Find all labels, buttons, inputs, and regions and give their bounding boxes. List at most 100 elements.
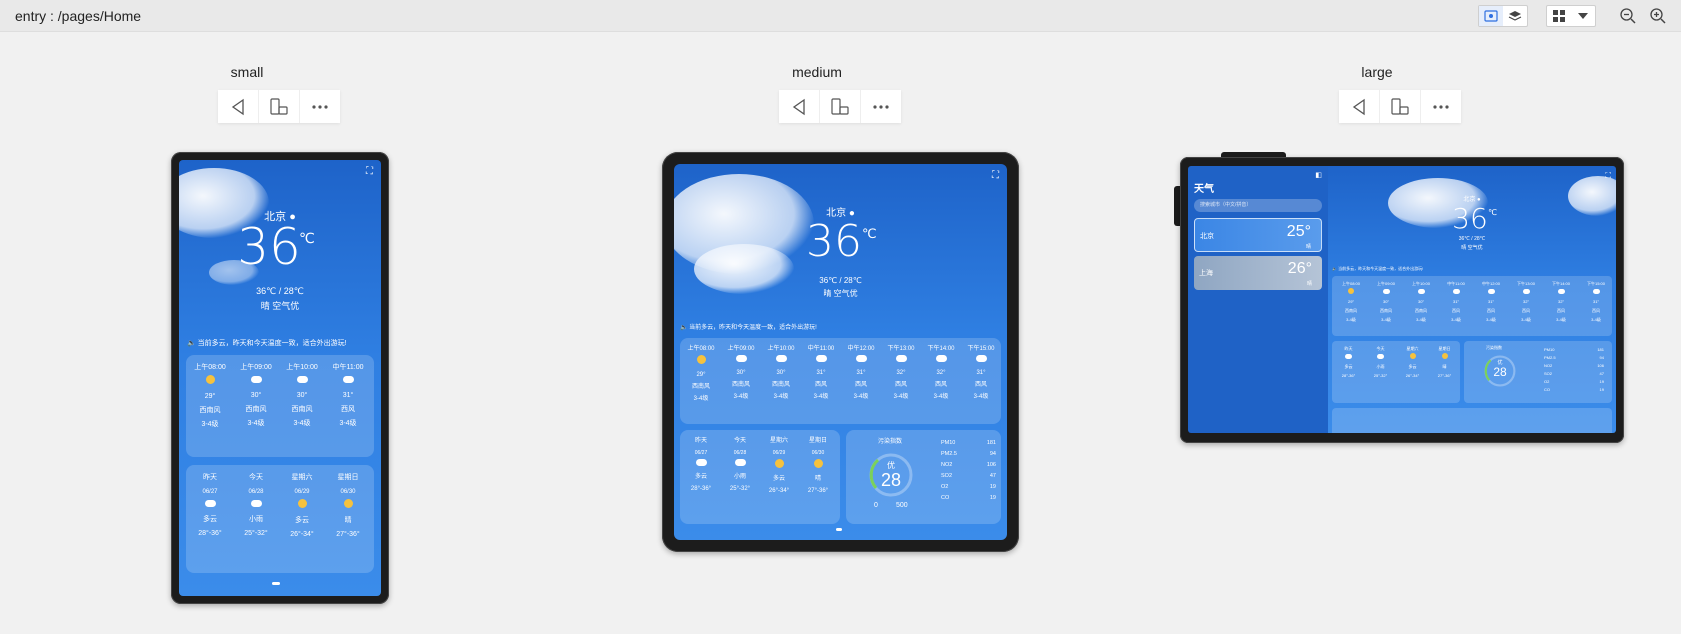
city-item-cond: 晴 (1305, 244, 1311, 250)
pollutant-row: SO2 47 (941, 473, 996, 479)
page-indicator[interactable] (836, 528, 842, 531)
aqi-title: 污染指数 (1486, 345, 1502, 350)
daily-item: 星期日 06/30 晴 27°-36° (799, 435, 837, 497)
device-rotate-icon[interactable] (1380, 90, 1421, 123)
sun-cloud-icon (190, 499, 230, 513)
daily-item: 星期日 06/30 晴 27°-36° (328, 471, 368, 542)
city-item-name: 上海 (1199, 270, 1213, 277)
medium-device-toolbar (779, 90, 901, 123)
device-title-large: large (1361, 64, 1393, 80)
fullscreen-icon[interactable]: ⛶ (1605, 171, 1611, 181)
more-icon[interactable] (300, 90, 340, 123)
pollutant-row: NO2 106 (1544, 363, 1604, 368)
rain-icon (882, 355, 920, 367)
cloud-image (694, 244, 794, 294)
sidebar-toggle-icon[interactable]: ◧ (1315, 171, 1322, 179)
eye-icon[interactable] (1479, 6, 1503, 26)
hourly-item: 上午08:00 29° 西南风 3-4级 (190, 361, 230, 432)
small-screen: ⛶ 北京 ● 36 ℃ 36℃ / 28℃ 晴 空气优 🔈 当前多云，昨天和今天… (179, 160, 381, 596)
rain-icon (1404, 288, 1438, 297)
pollutant-row: NO2 106 (941, 462, 996, 468)
daily-forecast-card: 昨天 多云 28°-36° 今天 小雨 25°-32° 星期六 多云 26°-34° 星期日… (1332, 341, 1460, 403)
layers-icon[interactable] (1503, 6, 1527, 26)
zoom-in-icon[interactable] (1649, 7, 1667, 25)
sun-cloud-icon (1397, 353, 1428, 362)
fullscreen-icon[interactable]: ⛶ (366, 166, 373, 177)
hourly-item: 中午11:00 31° 西风 3-4级 (1439, 279, 1473, 324)
hourly-item: 中午12:00 31° 西风 3-4级 (1474, 279, 1508, 324)
daily-item: 今天 小雨 25°-32° (1365, 344, 1396, 380)
sun-cloud-icon (1429, 353, 1460, 362)
rain-icon (1544, 288, 1578, 297)
hourly-item: 上午09:00 30° 西南风 3-4级 (1369, 279, 1403, 324)
hourly-item: 上午10:00 30° 西南风 3-4级 (282, 361, 322, 431)
back-icon[interactable] (218, 90, 259, 123)
rain-icon (922, 355, 960, 367)
rain-icon (1369, 288, 1403, 297)
hourly-item: 上午09:00 30° 西南风 3-4级 (722, 343, 760, 403)
zoom-out-icon[interactable] (1619, 7, 1637, 25)
hourly-forecast-card: 上午08:00 29° 西南风 3-4级 上午09:00 30° 西南风 3-4级 上午10… (1332, 276, 1612, 336)
daily-item: 星期日晴 27°-36° (1429, 344, 1460, 380)
large-main-panel: ⛶ 北京 ● 36 ℃ 36℃ / 28℃ 晴 空气优 🔈 当前多云，昨天和今天… (1328, 166, 1616, 433)
view-mode-group (1478, 5, 1528, 27)
hourly-item: 上午10:00 30° 西南风 3-4级 (762, 343, 800, 403)
rain-icon (721, 459, 759, 471)
rain-icon (962, 355, 1000, 367)
pollutant-row: PM2.5 94 (1544, 355, 1604, 360)
aqi-value: 28 (880, 470, 902, 490)
hourly-item: 中午11:00 31° 西风 3-4级 (802, 343, 840, 403)
hourly-item: 下午15:00 31° 西风 3-4级 (962, 343, 1000, 403)
city-search-input[interactable]: 搜索城市（中文/拼音） (1194, 199, 1322, 212)
sun-cloud-icon (1334, 288, 1368, 297)
sidebar-title: 天气 (1194, 184, 1214, 195)
rain-icon (802, 355, 840, 367)
rain-icon (842, 355, 880, 367)
temp-range: 36℃ / 28℃ (256, 286, 304, 296)
search-placeholder: 搜索城市（中文/拼音） (1200, 202, 1252, 208)
more-icon[interactable] (861, 90, 901, 123)
temp-range: 36℃ / 28℃ (1458, 236, 1486, 242)
daily-item: 今天 06/28 小雨 25°-32° (236, 471, 276, 541)
weather-tip: 🔈 当前多云，昨天和今天温度一致，适合外出游玩! (187, 340, 347, 347)
hourly-item: 上午08:00 29° 西南风 3-4级 (682, 343, 720, 405)
pollutant-row: O2 19 (941, 484, 996, 490)
aqi-max: 500 (896, 502, 908, 509)
temp-range: 36℃ / 28℃ (819, 276, 862, 285)
large-device-toolbar (1339, 90, 1461, 123)
temp-unit: ℃ (862, 226, 877, 241)
preview-toolbar: entry : /pages/Home (0, 0, 1681, 32)
city-item[interactable]: 上海 26° 晴 (1194, 256, 1322, 290)
daily-item: 昨天 06/27 多云 28°-36° (682, 435, 720, 495)
chevron-down-icon (1571, 6, 1595, 26)
back-icon[interactable] (1339, 90, 1380, 123)
rain-icon (1509, 288, 1543, 297)
small-device-frame: ⛶ 北京 ● 36 ℃ 36℃ / 28℃ 晴 空气优 🔈 当前多云，昨天和今天… (171, 152, 389, 604)
city-item-temp: 25° (1286, 223, 1311, 240)
more-icon[interactable] (1421, 90, 1461, 123)
page-indicator[interactable] (272, 582, 280, 585)
aqi-pollutant-list: PM10 181 PM2.5 94 NO2 106 SO2 47 O2 19 CO 19 (1544, 346, 1604, 394)
device-rotate-icon[interactable] (259, 90, 300, 123)
pollutant-row: PM10 181 (1544, 347, 1604, 352)
aqi-card: 污染指数 优 28 PM10 181 PM2.5 94 NO2 106 SO2 47 O… (1464, 341, 1612, 403)
aqi-pollutant-list: PM10 181 PM2.5 94 NO2 106 SO2 47 O2 19 CO 19 (941, 438, 996, 504)
entry-path-label: entry : /pages/Home (15, 8, 142, 24)
daily-item: 昨天 06/27 多云 28°-36° (190, 471, 230, 541)
hourly-item: 下午15:00 31° 西风 3-4级 (1579, 279, 1613, 324)
daily-item: 星期六 06/29 多云 26°-34° (760, 435, 798, 497)
device-rotate-icon[interactable] (820, 90, 861, 123)
city-sidebar: 天气 ◧ 搜索城市（中文/拼音） 北京 25° 晴 上海 26° 晴 (1188, 166, 1328, 433)
back-icon[interactable] (779, 90, 820, 123)
rain-icon (282, 375, 322, 389)
sun-cloud-icon (799, 459, 837, 473)
hourly-item: 上午09:00 30° 西南风 3-4级 (236, 361, 276, 431)
rain-icon (1439, 288, 1473, 297)
fullscreen-icon[interactable]: ⛶ (992, 170, 999, 181)
weather-tip: 🔈 当前多云，昨天和今天温度一致，适合外出游玩! (1332, 266, 1424, 271)
pollutant-row: PM10 181 (941, 440, 996, 446)
layout-select[interactable] (1546, 5, 1596, 27)
daily-item: 星期六 06/29 多云 26°-34° (282, 471, 322, 542)
city-item-selected[interactable]: 北京 25° 晴 (1194, 218, 1322, 252)
rain-icon (236, 499, 276, 513)
